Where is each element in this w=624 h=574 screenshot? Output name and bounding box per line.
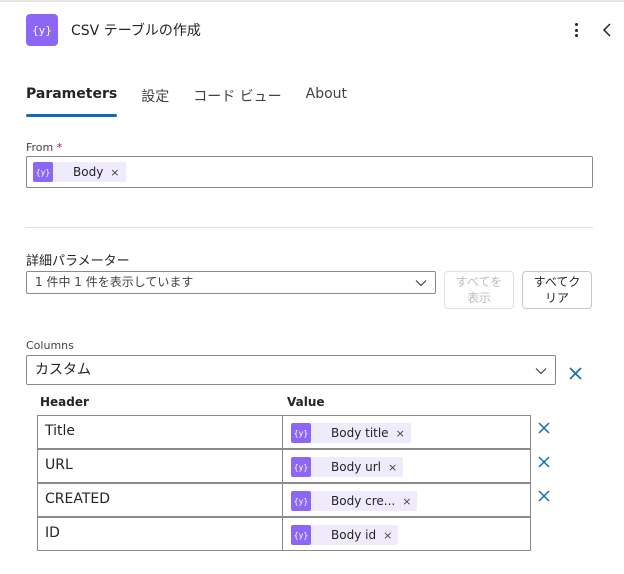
table-braces-icon: {y} (291, 491, 311, 511)
advanced-parameters-label: 詳細パラメーター (26, 254, 130, 269)
token-label: Body cre... (331, 494, 396, 508)
token-label: Body id (331, 528, 377, 542)
value-token[interactable]: {y} Body id × (291, 525, 399, 545)
show-all-button[interactable]: すべてを 表示 (444, 271, 514, 309)
svg-text:{y}: {y} (294, 531, 308, 540)
svg-text:{y}: {y} (32, 24, 52, 37)
svg-text:{y}: {y} (36, 168, 50, 177)
token-remove-icon[interactable]: × (396, 427, 405, 440)
advanced-parameters-value: 1 件中 1 件を表示しています (35, 275, 194, 289)
value-column-title: Value (287, 395, 325, 409)
table-braces-icon: {y} (26, 14, 58, 46)
show-all-line-1: すべてを (455, 275, 503, 289)
row-header-input[interactable]: CREATED (37, 483, 283, 517)
more-options-icon[interactable] (569, 20, 583, 40)
columns-label: Columns (26, 339, 74, 352)
section-divider (26, 227, 593, 228)
token-remove-icon[interactable]: × (110, 166, 119, 179)
delete-row-icon[interactable] (537, 455, 551, 469)
clear-columns-icon[interactable] (568, 366, 583, 381)
clear-all-button[interactable]: すべてク リア (522, 271, 592, 309)
delete-row-icon[interactable] (537, 421, 551, 435)
token-label: Body title (331, 426, 389, 440)
token-remove-icon[interactable]: × (388, 461, 397, 474)
row-value-input[interactable]: {y} Body title × (282, 415, 531, 449)
tab-code-view[interactable]: コード ビュー (193, 86, 281, 116)
value-token[interactable]: {y} Body title × (291, 423, 411, 443)
row-value-input[interactable]: {y} Body url × (282, 449, 531, 483)
token-remove-icon[interactable]: × (402, 495, 411, 508)
tab-about[interactable]: About (306, 86, 347, 116)
table-braces-icon: {y} (291, 457, 311, 477)
tab-settings[interactable]: 設定 (141, 86, 169, 116)
value-token[interactable]: {y} Body url × (291, 457, 404, 477)
row-header-input[interactable]: ID (37, 517, 283, 551)
from-input[interactable]: {y} Body × (26, 156, 593, 188)
svg-text:{y}: {y} (294, 429, 308, 438)
row-header-input[interactable]: Title (37, 415, 283, 449)
advanced-parameters-select[interactable]: 1 件中 1 件を表示しています (26, 271, 436, 294)
row-value-input[interactable]: {y} Body id × (282, 517, 531, 551)
token-label: Body (73, 165, 104, 179)
delete-row-icon[interactable] (537, 489, 551, 503)
show-all-line-2: 表示 (466, 291, 491, 305)
token-label: Body url (331, 460, 381, 474)
svg-text:{y}: {y} (294, 497, 308, 506)
header-column-title: Header (40, 395, 89, 409)
chevron-down-icon (535, 368, 547, 375)
row-header-text: ID (45, 525, 60, 541)
tab-parameters[interactable]: Parameters (26, 86, 118, 117)
table-braces-icon: {y} (291, 525, 311, 545)
required-mark: * (56, 141, 63, 154)
row-header-text: URL (45, 457, 73, 473)
svg-text:{y}: {y} (294, 463, 308, 472)
panel-header: {y} CSV テーブルの作成 (0, 2, 624, 58)
token-remove-icon[interactable]: × (383, 529, 392, 542)
row-value-input[interactable]: {y} Body cre... × (282, 483, 531, 517)
from-body-token[interactable]: {y} Body × (33, 162, 126, 182)
page-title: CSV テーブルの作成 (71, 23, 201, 39)
collapse-panel-icon[interactable] (600, 22, 614, 38)
from-label-text: From (26, 141, 54, 154)
columns-select[interactable]: カスタム (26, 355, 556, 385)
value-token[interactable]: {y} Body cre... × (291, 491, 418, 511)
table-braces-icon: {y} (291, 423, 311, 443)
clear-all-line-1: すべてク (533, 275, 581, 289)
from-label: From * (26, 141, 62, 154)
columns-select-value: カスタム (35, 362, 91, 378)
row-header-text: CREATED (45, 491, 111, 507)
row-header-text: Title (45, 423, 76, 439)
chevron-down-icon (415, 280, 427, 287)
tab-bar: Parameters 設定 コード ビュー About (26, 86, 371, 118)
row-header-input[interactable]: URL (37, 449, 283, 483)
table-braces-icon: {y} (33, 162, 53, 182)
clear-all-line-2: リア (544, 291, 569, 305)
